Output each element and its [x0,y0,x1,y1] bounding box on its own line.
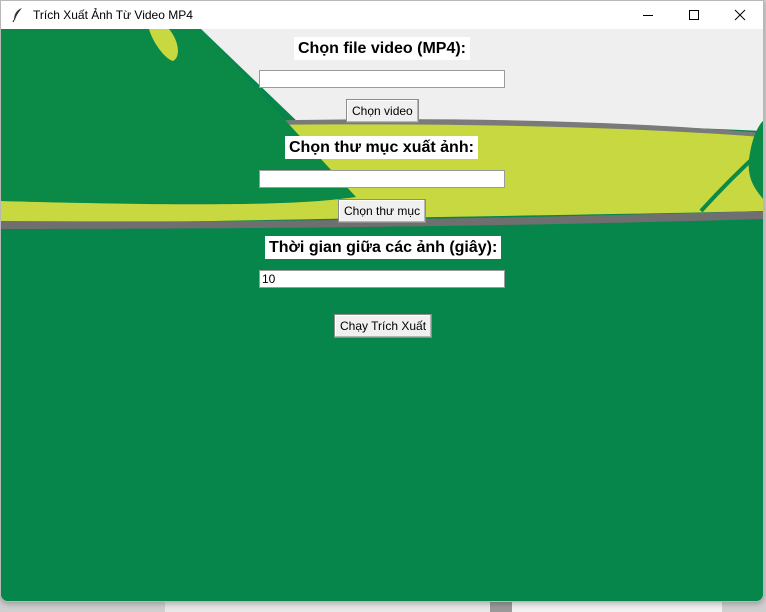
choose-video-button[interactable]: Chọn video [346,99,419,123]
window-client-area: Chọn file video (MP4): Chọn video Chọn t… [1,29,763,601]
maximize-icon [689,10,699,20]
interval-label: Thời gian giữa các ảnh (giây): [265,236,502,259]
maximize-button[interactable] [671,1,717,29]
feather-icon [12,8,22,23]
app-window: Trích Xuất Ảnh Từ Video MP4 Chọn file vi… [0,0,764,602]
choose-folder-button[interactable]: Chọn thư mục [338,199,427,223]
close-icon [734,9,746,21]
title-bar[interactable]: Trích Xuất Ảnh Từ Video MP4 [1,1,763,29]
output-folder-input[interactable] [259,170,505,188]
minimize-button[interactable] [625,1,671,29]
run-extraction-button[interactable]: Chạy Trích Xuất [334,314,433,338]
video-file-label: Chọn file video (MP4): [294,37,470,60]
output-folder-label: Chọn thư mục xuất ảnh: [285,136,478,159]
minimize-icon [643,15,653,16]
interval-input[interactable] [259,270,505,288]
video-path-input[interactable] [259,70,505,88]
window-title: Trích Xuất Ảnh Từ Video MP4 [33,8,193,22]
window-controls [625,1,763,29]
close-button[interactable] [717,1,763,29]
